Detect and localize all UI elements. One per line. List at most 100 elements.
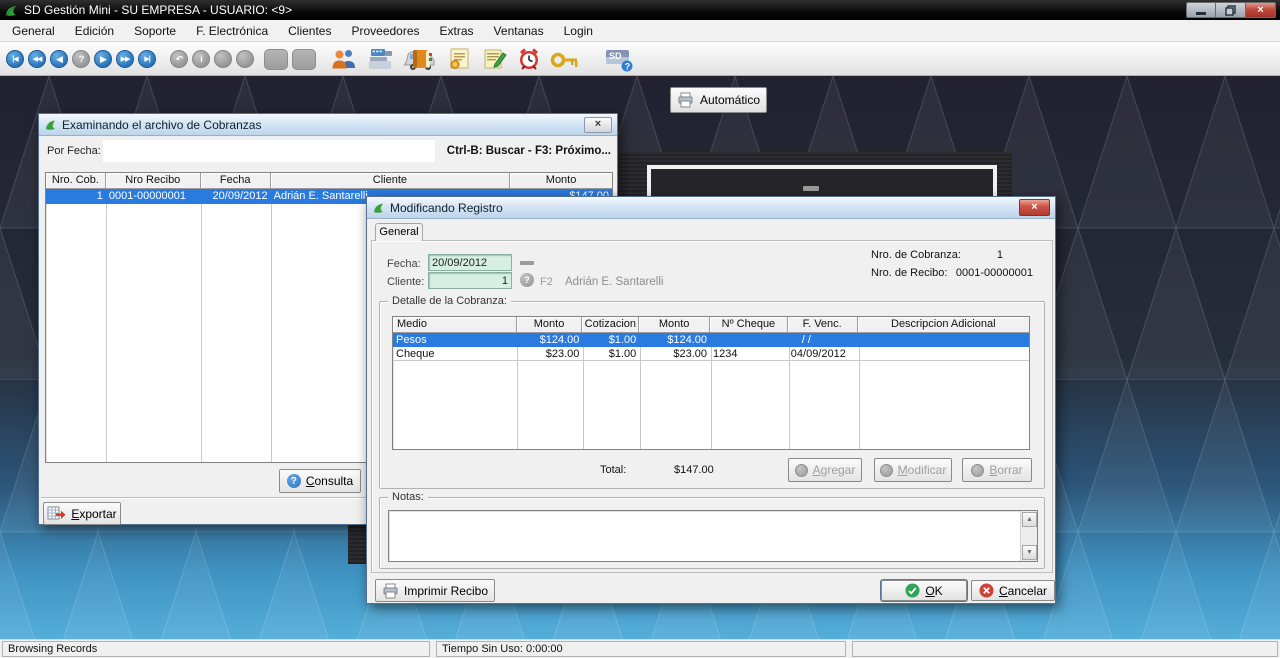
alarm-clock-icon <box>516 46 542 72</box>
borrar-icon <box>971 464 984 477</box>
col-header-nro-recibo[interactable]: Nro Recibo <box>106 173 201 189</box>
modificar-label: Modificar <box>898 463 947 477</box>
edit-dialog-titlebar[interactable]: Modificando Registro × <box>367 197 1055 219</box>
app-icon <box>4 3 18 17</box>
col-header-monto[interactable]: Monto <box>517 317 583 333</box>
menu-ventanas[interactable]: Ventanas <box>484 21 554 41</box>
titlebar: SD Gestión Mini - SU EMPRESA - USUARIO: … <box>0 0 1280 20</box>
modificar-icon <box>880 464 893 477</box>
col-header-nro-cob[interactable]: Nro. Cob. <box>46 173 106 189</box>
col-header-medio[interactable]: Medio <box>393 317 517 333</box>
book-icon <box>410 48 434 70</box>
detalle-row-pesos[interactable]: Pesos $124.00 $1.00 $124.00 / / <box>393 333 1029 347</box>
browse-close-button[interactable]: × <box>584 117 612 133</box>
notes-button[interactable] <box>483 48 507 70</box>
col-header-fecha[interactable]: Fecha <box>201 173 271 189</box>
exportar-button[interactable]: Exportar <box>43 502 121 525</box>
col-header-cotizacion[interactable]: Cotizacion <box>582 317 639 333</box>
restore-button[interactable] <box>1216 2 1246 18</box>
imprimir-recibo-button[interactable]: Imprimir Recibo <box>375 579 495 602</box>
menu-login[interactable]: Login <box>554 21 603 41</box>
notas-scrollbar[interactable]: ▲ ▼ <box>1020 511 1037 561</box>
close-button[interactable]: × <box>1246 2 1276 18</box>
nav-last-button[interactable]: ▶| <box>138 50 156 68</box>
close-icon: × <box>1257 4 1263 16</box>
col-header-cliente[interactable]: Cliente <box>271 173 511 189</box>
cliente-help-icon[interactable]: ? <box>520 273 534 287</box>
detalle-groupbox: Detalle de la Cobranza: Medio Monto Coti… <box>379 301 1045 489</box>
cell-medio: Pesos <box>393 333 517 347</box>
edit-dialog-title: Modificando Registro <box>390 201 503 215</box>
cancelar-button[interactable]: Cancelar <box>971 580 1055 601</box>
svg-text:?: ? <box>625 62 631 72</box>
total-label: Total: <box>600 464 626 476</box>
minimize-button[interactable] <box>1186 2 1216 18</box>
menubar: General Edición Soporte F. Electrónica C… <box>0 20 1280 42</box>
scroll-down-button[interactable]: ▼ <box>1022 545 1037 560</box>
edit-dialog: Modificando Registro × General Fecha: Cl… <box>366 196 1056 604</box>
detalle-grid[interactable]: Medio Monto Cotizacion Monto Nº Cheque F… <box>392 316 1030 450</box>
cell-fvenc: / / <box>788 333 858 347</box>
grid-divider <box>201 173 202 462</box>
agregar-icon <box>795 464 808 477</box>
printer-icon <box>677 92 694 108</box>
alarm-button[interactable] <box>516 46 542 72</box>
borrar-button: Borrar <box>962 458 1032 482</box>
cell-descripcion <box>858 347 1029 360</box>
f2-label: F2 <box>540 276 553 288</box>
printer-icon <box>382 583 399 599</box>
nav-first-button[interactable]: |◀ <box>6 50 24 68</box>
status-idle-time: Tiempo Sin Uso: 0:00:00 <box>436 641 846 657</box>
tab-general[interactable]: General <box>375 223 423 241</box>
cell-cotizacion: $1.00 <box>582 333 639 347</box>
grid-divider <box>271 173 272 462</box>
certificate-icon <box>447 48 471 70</box>
clients-button[interactable] <box>330 48 358 70</box>
automatico-button[interactable]: Automático <box>670 87 767 113</box>
browse-dialog-titlebar[interactable]: Examinando el archivo de Cobranzas × <box>39 114 617 136</box>
por-fecha-input[interactable] <box>103 140 435 162</box>
window-title: SD Gestión Mini - SU EMPRESA - USUARIO: … <box>24 3 292 17</box>
nav-prev-button[interactable]: ◀ <box>50 50 68 68</box>
cancel-x-icon <box>979 583 994 598</box>
automatico-label: Automático <box>700 93 760 107</box>
consulta-button[interactable]: ? Consulta <box>279 469 361 493</box>
menu-general[interactable]: General <box>2 21 65 41</box>
notas-field[interactable]: ▲ ▼ <box>388 510 1038 562</box>
nav-undo-button: ↶ <box>170 50 188 68</box>
toolbar-square2-button <box>292 49 316 70</box>
imprimir-label: Imprimir Recibo <box>404 584 488 598</box>
menu-edicion[interactable]: Edición <box>65 21 124 41</box>
col-header-fvenc[interactable]: F. Venc. <box>788 317 858 333</box>
nav-next-button[interactable]: ▶ <box>94 50 112 68</box>
col-header-monto[interactable]: Monto <box>510 173 612 189</box>
window-controls: × <box>1186 2 1276 18</box>
certificate-button[interactable] <box>447 48 471 70</box>
menu-f-electronica[interactable]: F. Electrónica <box>186 21 278 41</box>
ok-button[interactable]: OK <box>881 580 967 601</box>
cobranza-value: 1 <box>927 249 1003 261</box>
detalle-row-cheque[interactable]: Cheque $23.00 $1.00 $23.00 1234 04/09/20… <box>393 347 1029 361</box>
fecha-calendar-button[interactable] <box>520 261 534 265</box>
sd-help-button[interactable]: SD ? <box>604 47 636 73</box>
nav-forward-button[interactable]: ▶▶ <box>116 50 134 68</box>
edit-close-button[interactable]: × <box>1019 199 1050 216</box>
fecha-input[interactable] <box>428 254 512 271</box>
cell-monto2: $23.00 <box>639 347 710 360</box>
col-header-monto2[interactable]: Monto <box>639 317 710 333</box>
nav-rewind-button[interactable]: ◀◀ <box>28 50 46 68</box>
menu-extras[interactable]: Extras <box>430 21 484 41</box>
menu-proveedores[interactable]: Proveedores <box>341 21 429 41</box>
menu-clientes[interactable]: Clientes <box>278 21 341 41</box>
cell-cheque <box>710 333 788 347</box>
login-key-button[interactable] <box>550 50 580 70</box>
dialog-icon <box>44 118 57 131</box>
notas-textarea[interactable] <box>390 512 1020 560</box>
address-book-button[interactable] <box>410 48 434 70</box>
col-header-descripcion[interactable]: Descripcion Adicional <box>858 317 1029 333</box>
scroll-up-button[interactable]: ▲ <box>1022 512 1037 527</box>
cash-register-button[interactable] <box>368 47 394 71</box>
col-header-cheque[interactable]: Nº Cheque <box>710 317 788 333</box>
menu-soporte[interactable]: Soporte <box>124 21 186 41</box>
cliente-input[interactable] <box>428 272 512 289</box>
